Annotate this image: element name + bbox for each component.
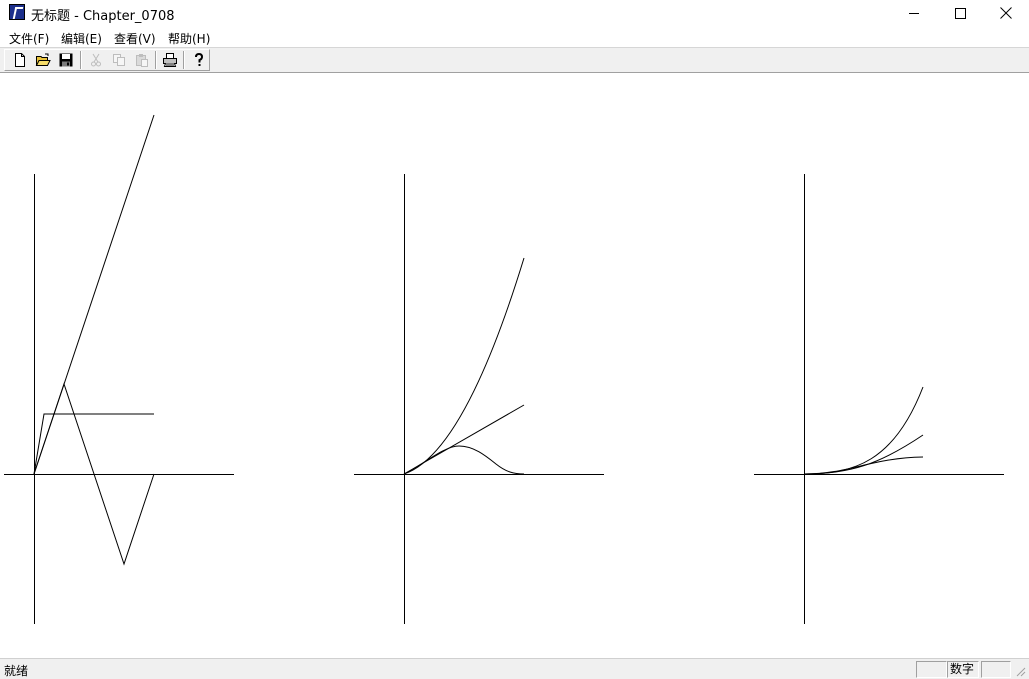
panel2-bump-curve — [403, 445, 525, 475]
toolbar-separator — [155, 51, 157, 69]
toolbar — [0, 48, 1029, 73]
title-bar: 无标题 - Chapter_0708 — [0, 0, 1029, 26]
menu-bar: 文件(F) 编辑(E) 查看(V) 帮助(H) — [0, 26, 1029, 48]
status-scroll-panel — [981, 661, 1011, 678]
status-caps-panel — [916, 661, 947, 678]
paste-icon — [136, 54, 148, 67]
graph-panels — [4, 114, 1004, 624]
status-ready: 就绪 — [4, 664, 29, 678]
app-icon[interactable] — [9, 4, 25, 20]
drawing-canvas — [0, 73, 1029, 658]
window-title: 无标题 - Chapter_0708 — [31, 9, 175, 24]
cut-icon — [91, 53, 101, 67]
cut-button[interactable] — [86, 51, 106, 69]
close-button[interactable] — [983, 0, 1029, 26]
save-button[interactable] — [56, 51, 76, 69]
open-button[interactable] — [33, 51, 53, 69]
status-num-panel: 数字 — [947, 661, 979, 678]
panel3-quadratic-curve — [803, 434, 924, 475]
menu-file[interactable]: 文件(F) — [9, 30, 49, 47]
print-button[interactable] — [160, 51, 180, 69]
about-button[interactable] — [189, 51, 209, 69]
save-icon — [59, 53, 73, 67]
copy-button[interactable] — [109, 51, 129, 69]
status-bar: 就绪 数字 — [0, 658, 1029, 679]
open-folder-icon — [35, 53, 51, 66]
menu-help[interactable]: 帮助(H) — [168, 30, 210, 47]
maximize-icon — [954, 7, 966, 19]
minimize-button[interactable] — [891, 0, 937, 26]
menu-view[interactable]: 查看(V) — [114, 30, 156, 47]
panel1-step-line — [33, 413, 154, 475]
resize-grip-icon[interactable] — [1014, 665, 1026, 677]
toolbar-separator — [183, 51, 185, 69]
new-document-icon — [15, 53, 25, 67]
paste-button[interactable] — [132, 51, 152, 69]
new-button[interactable] — [10, 51, 30, 69]
print-icon — [163, 53, 177, 67]
graph-drawing — [4, 114, 1004, 624]
help-icon — [195, 52, 204, 66]
panel3-flat-curve — [803, 456, 924, 475]
copy-icon — [113, 54, 125, 66]
toolbar-separator — [80, 51, 82, 69]
minimize-icon — [909, 12, 919, 14]
panel2-parabola-curve — [403, 257, 525, 475]
menu-edit[interactable]: 编辑(E) — [61, 30, 102, 47]
close-icon — [1000, 7, 1012, 19]
maximize-button[interactable] — [937, 0, 983, 26]
panel3-cubic-curve — [803, 386, 924, 475]
